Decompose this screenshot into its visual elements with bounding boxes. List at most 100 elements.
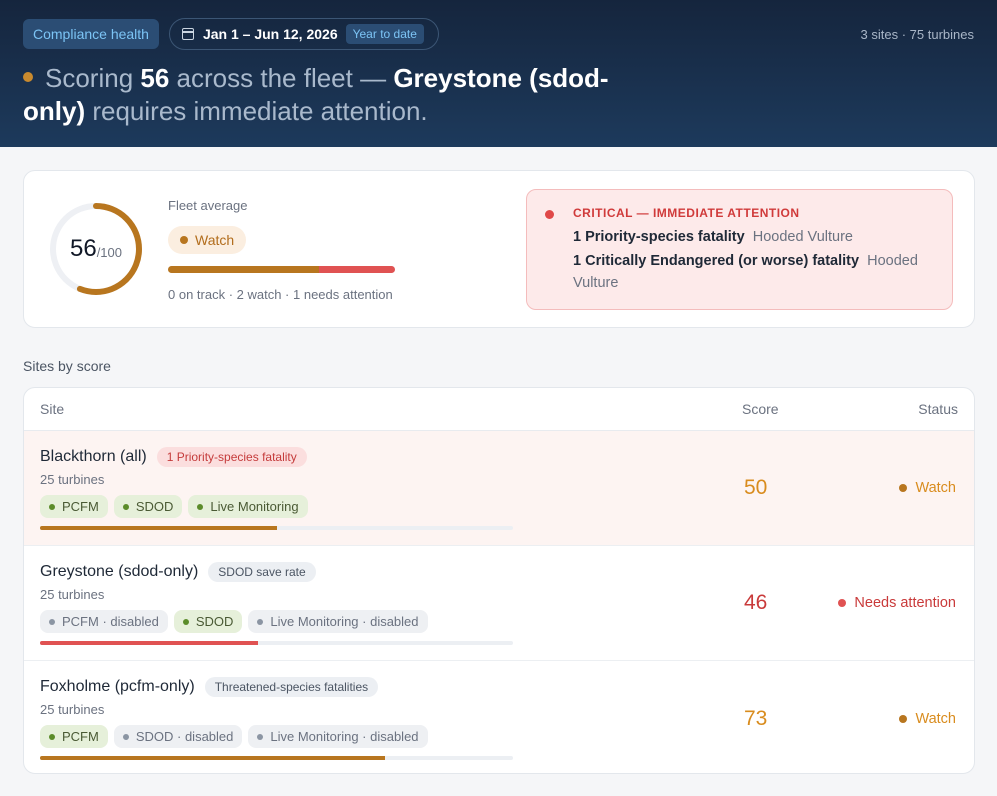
score-progress-fill — [40, 641, 258, 645]
site-line: Greystone (sdod-only) SDOD save rate — [40, 562, 316, 582]
turbine-count: 25 turbines — [40, 702, 105, 717]
compliance-health-tag[interactable]: Compliance health — [23, 19, 159, 49]
site-name[interactable]: Greystone (sdod-only) — [40, 563, 198, 581]
critical-alert: CRITICAL — IMMEDIATE ATTENTION 1 Priorit… — [526, 189, 953, 310]
status-dot-icon — [899, 484, 908, 492]
chip-label: PCFM — [62, 729, 99, 744]
needs-attention-segment — [319, 266, 395, 273]
alert-dot-icon — [545, 210, 554, 219]
alert-item-priority: 1 Priority-species fatality Hooded Vultu… — [573, 226, 938, 248]
chip-label: Live Monitoring · disabled — [270, 614, 419, 629]
headline-mid: across the fleet — — [176, 63, 387, 93]
chip-label: SDOD — [135, 499, 174, 514]
status-dot-icon — [899, 714, 908, 723]
site-line: Blackthorn (all) 1 Priority-species fatal… — [40, 447, 307, 467]
score-progress-bar — [40, 756, 513, 760]
chip-label: SDOD — [195, 614, 234, 629]
table-row[interactable]: Foxholme (pcfm-only) Threatened-species f… — [24, 661, 974, 773]
watch-dot-icon — [180, 236, 188, 244]
site-name[interactable]: Foxholme (pcfm-only) — [40, 678, 195, 696]
section-title: Sites by score — [23, 358, 111, 374]
site-score: 50 — [744, 476, 768, 499]
fleet-score-max: /100 — [96, 244, 122, 260]
site-status: Watch — [899, 661, 956, 773]
alert-item-detail: Hooded Vulture — [752, 229, 853, 245]
chip-label: SDOD · disabled — [135, 729, 234, 744]
site-status-text: Needs attention — [854, 595, 956, 611]
score-progress-bar — [40, 526, 513, 530]
module-chip: PCFM — [40, 725, 108, 748]
module-chip: SDOD — [113, 495, 183, 518]
site-score: 73 — [744, 706, 768, 730]
period-badge: Year to date — [345, 24, 424, 44]
chip-dot-icon — [122, 733, 129, 740]
chip-dot-icon — [257, 733, 264, 740]
chip-dot-icon — [182, 618, 189, 625]
headline: Scoring 56 across the fleet — Greystone … — [23, 62, 663, 128]
chip-dot-icon — [257, 618, 264, 625]
chip-dot-icon — [197, 503, 204, 510]
chip-label: Live Monitoring — [210, 499, 299, 514]
column-site[interactable]: Site — [40, 401, 64, 417]
site-name[interactable]: Blackthorn (all) — [40, 448, 147, 466]
module-chips: PCFM SDOD · disabled Live Monitoring · dis… — [40, 725, 434, 748]
sites-table: Site Score Status Blackthorn (all) 1 Prio… — [23, 387, 975, 774]
fleet-score-value: 56 — [69, 235, 97, 262]
module-chip: SDOD · disabled — [113, 725, 243, 748]
column-score[interactable]: Score — [742, 401, 779, 417]
module-chips: PCFM · disabled SDOD Live Monitoring · dis… — [40, 610, 434, 633]
table-row[interactable]: Blackthorn (all) 1 Priority-species fatal… — [24, 431, 974, 546]
alert-item-endangered: 1 Critically Endangered (or worse) fatal… — [573, 250, 938, 294]
alert-item-label: 1 Priority-species fatality — [573, 229, 745, 245]
site-status-text: Watch — [915, 710, 956, 727]
watch-segment — [168, 266, 320, 273]
fleet-average-label: Fleet average — [168, 198, 248, 213]
site-score: 46 — [744, 591, 768, 614]
module-chip: PCFM · disabled — [40, 610, 168, 633]
chip-dot-icon — [122, 503, 129, 510]
table-row[interactable]: Greystone (sdod-only) SDOD save rate 25 tu… — [24, 546, 974, 661]
module-chips: PCFM SDOD Live Monitoring — [40, 495, 314, 518]
fleet-summary-card: 56/100 Fleet average Watch 0 on track · … — [23, 170, 975, 328]
table-header: Site Score Status — [24, 388, 974, 431]
chip-label: PCFM · disabled — [62, 614, 159, 629]
chip-dot-icon — [49, 733, 55, 740]
date-range-picker[interactable]: Jan 1 – Jun 12, 2026 Year to date — [168, 18, 439, 50]
site-tag: SDOD save rate — [208, 562, 316, 582]
date-range-text: Jan 1 – Jun 12, 2026 — [202, 26, 338, 42]
chip-label: Live Monitoring · disabled — [270, 729, 419, 744]
module-chip: Live Monitoring — [188, 495, 308, 518]
site-status: Needs attention — [838, 546, 956, 660]
status-distribution-bar — [168, 266, 395, 273]
alert-title: CRITICAL — IMMEDIATE ATTENTION — [573, 206, 800, 220]
score-progress-bar — [40, 641, 513, 645]
turbine-count: 25 turbines — [40, 587, 105, 602]
turbine-count: 25 turbines — [40, 472, 105, 487]
status-dot-icon — [838, 599, 847, 607]
chip-label: PCFM — [62, 499, 99, 514]
chip-dot-icon — [49, 618, 55, 625]
hero-header: Compliance health Jan 1 – Jun 12, 2026 Y… — [0, 0, 997, 147]
site-line: Foxholme (pcfm-only) Threatened-species f… — [40, 677, 379, 697]
module-chip: Live Monitoring · disabled — [248, 610, 428, 633]
alert-item-label: 1 Critically Endangered (or worse) fatal… — [573, 253, 860, 269]
headline-suffix: requires immediate attention. — [92, 96, 428, 126]
site-tag: Threatened-species fatalities — [204, 677, 379, 697]
fleet-meta: 3 sites · 75 turbines — [860, 27, 974, 42]
fleet-status-badge: Watch — [168, 226, 247, 254]
site-status: Watch — [899, 431, 956, 545]
module-chip: PCFM — [40, 495, 108, 518]
score-progress-fill — [40, 756, 386, 760]
status-counts: 0 on track · 2 watch · 1 needs attention — [168, 287, 393, 302]
site-tag: 1 Priority-species fatality — [156, 447, 307, 467]
module-chip: Live Monitoring · disabled — [248, 725, 428, 748]
headline-score: 56 — [140, 63, 170, 93]
fleet-status-text: Watch — [195, 232, 235, 248]
score-progress-fill — [40, 526, 277, 530]
fleet-score-label: 56/100 — [48, 201, 144, 297]
column-status[interactable]: Status — [918, 401, 958, 417]
module-chip: SDOD — [173, 610, 243, 633]
chip-dot-icon — [49, 503, 55, 510]
site-status-text: Watch — [915, 480, 956, 496]
status-dot-icon — [23, 72, 33, 82]
